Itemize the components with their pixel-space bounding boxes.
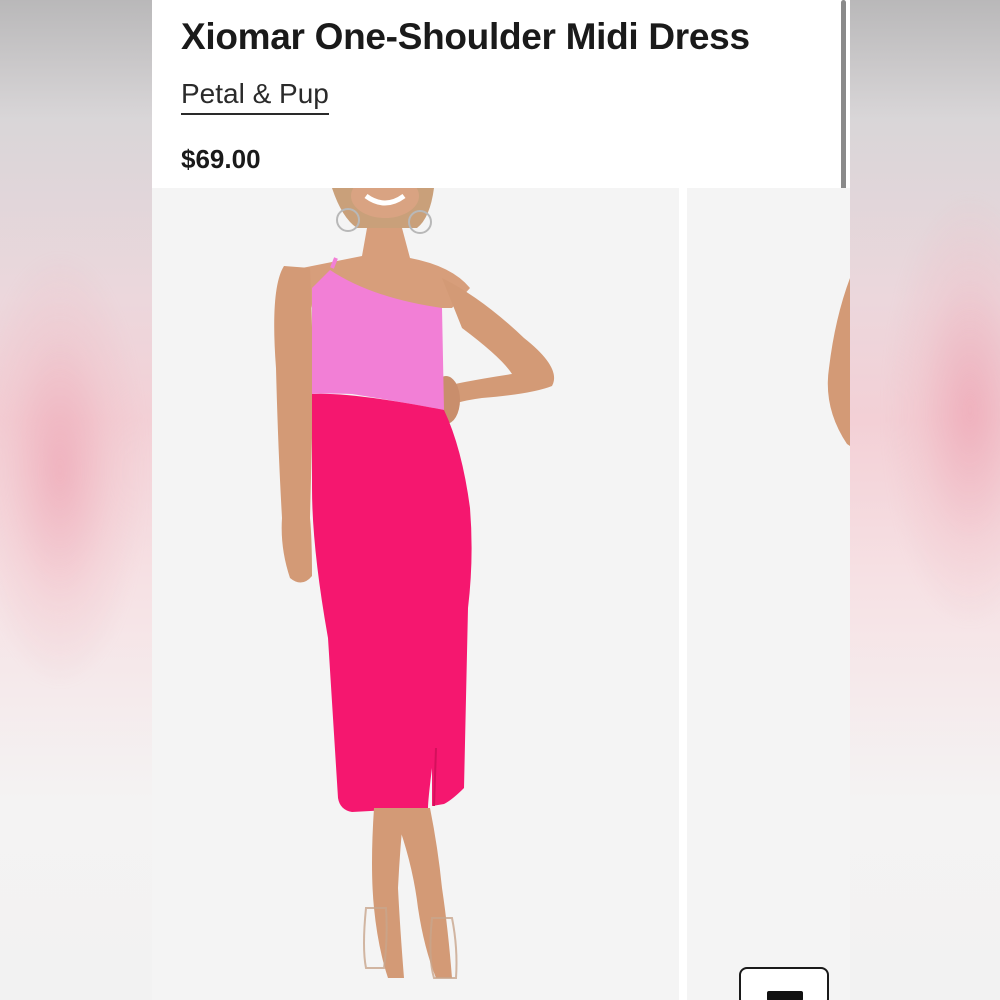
product-detail-screen: Xiomar One-Shoulder Midi Dress Petal & P… xyxy=(152,0,850,1000)
right-blurred-backdrop xyxy=(848,0,1000,1000)
brand-link[interactable]: Petal & Pup xyxy=(181,76,329,115)
next-product-photo-peek[interactable] xyxy=(687,188,850,1000)
page-scrollbar[interactable] xyxy=(841,0,846,208)
view-toggle-button[interactable] xyxy=(739,967,829,1000)
view-toggle-icon xyxy=(767,991,803,1000)
main-product-photo[interactable] xyxy=(152,188,679,1000)
left-blurred-backdrop xyxy=(0,0,152,1000)
product-title: Xiomar One-Shoulder Midi Dress xyxy=(181,16,750,57)
product-header: Xiomar One-Shoulder Midi Dress Petal & P… xyxy=(152,0,850,188)
model-photo-illustration xyxy=(152,188,679,1000)
product-image-carousel[interactable] xyxy=(152,188,850,1000)
next-photo-illustration xyxy=(687,188,850,1000)
product-price: $69.00 xyxy=(181,144,261,174)
